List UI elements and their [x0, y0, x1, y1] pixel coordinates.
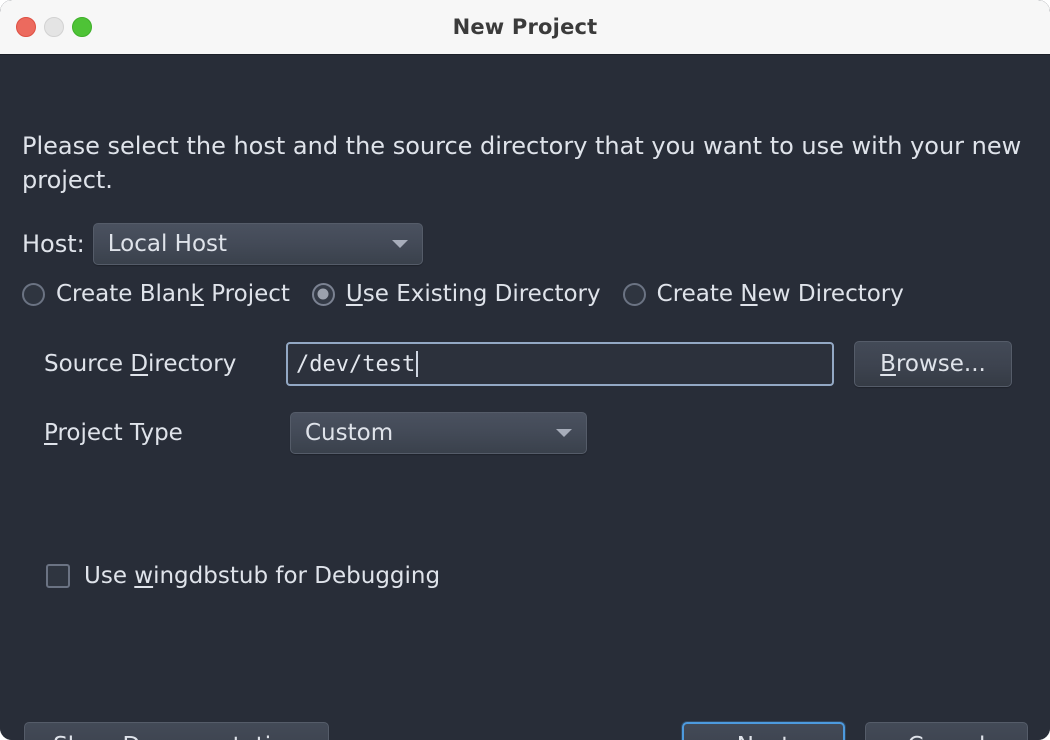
window-title: New Project: [452, 15, 598, 39]
host-label: Host:: [22, 230, 85, 258]
project-type-row: Project Type Custom: [44, 412, 587, 454]
maximize-window-button[interactable]: [72, 17, 92, 37]
title-bar: New Project: [0, 0, 1050, 55]
mnemonic-s: S: [53, 733, 68, 740]
mnemonic-p: P: [44, 420, 58, 446]
show-documentation-label: Show Documentation: [53, 733, 300, 740]
next-button[interactable]: Next: [682, 722, 845, 740]
host-dropdown-value: Local Host: [107, 231, 228, 257]
window-controls: [16, 17, 92, 37]
browse-button[interactable]: Browse...: [854, 341, 1012, 387]
radio-mark-blank: [22, 282, 45, 306]
instruction-text: Please select the host and the source di…: [22, 132, 1022, 194]
close-window-button[interactable]: [16, 17, 36, 37]
new-project-dialog: New Project Please select the host and t…: [0, 0, 1050, 740]
mnemonic-d: D: [130, 351, 149, 377]
cancel-button-label: Cancel: [908, 733, 986, 740]
radio-mark-existing: [311, 282, 335, 306]
source-directory-row: Source Directory /dev/test Browse...: [44, 341, 1012, 387]
wingdbstub-checkbox[interactable]: [46, 564, 70, 588]
radio-use-existing-directory[interactable]: Use Existing Directory: [311, 281, 601, 307]
browse-button-label: Browse...: [880, 351, 986, 377]
source-directory-label: Source Directory: [44, 351, 237, 377]
mnemonic-c: C: [908, 733, 924, 740]
text-cursor: [416, 351, 419, 377]
show-documentation-button[interactable]: Show Documentation: [24, 722, 329, 740]
wingdbstub-checkbox-row[interactable]: Use wingdbstub for Debugging: [46, 563, 440, 589]
chevron-down-icon: [556, 429, 572, 437]
next-button-label: Next: [737, 733, 791, 740]
mnemonic-k: k: [190, 281, 204, 307]
wingdbstub-label: Use wingdbstub for Debugging: [84, 563, 441, 589]
mnemonic-u: U: [345, 281, 363, 307]
host-dropdown[interactable]: Local Host: [92, 223, 423, 265]
footer-actions: Next Cancel: [682, 722, 1028, 740]
mnemonic-n: N: [740, 281, 758, 307]
project-type-dropdown-value: Custom: [305, 420, 394, 446]
project-mode-radio-group: Create Blank Project Use Existing Direct…: [22, 281, 904, 307]
chevron-down-icon: [391, 240, 408, 248]
source-directory-value: /dev/test: [296, 351, 416, 377]
cancel-button[interactable]: Cancel: [865, 722, 1028, 740]
host-row: Host: Local Host: [22, 223, 423, 265]
mnemonic-b: B: [880, 351, 896, 377]
radio-create-new-directory[interactable]: Create New Directory: [622, 281, 904, 307]
minimize-window-button[interactable]: [44, 17, 64, 37]
mnemonic-w: w: [134, 563, 154, 589]
radio-label-new: Create New Directory: [656, 281, 904, 307]
radio-mark-new: [622, 282, 646, 306]
project-type-dropdown[interactable]: Custom: [290, 412, 587, 454]
project-type-label: Project Type: [44, 420, 183, 446]
radio-label-blank: Create Blank Project: [56, 281, 290, 307]
source-directory-input[interactable]: /dev/test: [286, 342, 834, 386]
dialog-content: Please select the host and the source di…: [0, 55, 1050, 740]
radio-label-existing: Use Existing Directory: [345, 281, 601, 307]
mnemonic-e: e: [754, 733, 768, 740]
radio-create-blank-project[interactable]: Create Blank Project: [22, 281, 290, 307]
